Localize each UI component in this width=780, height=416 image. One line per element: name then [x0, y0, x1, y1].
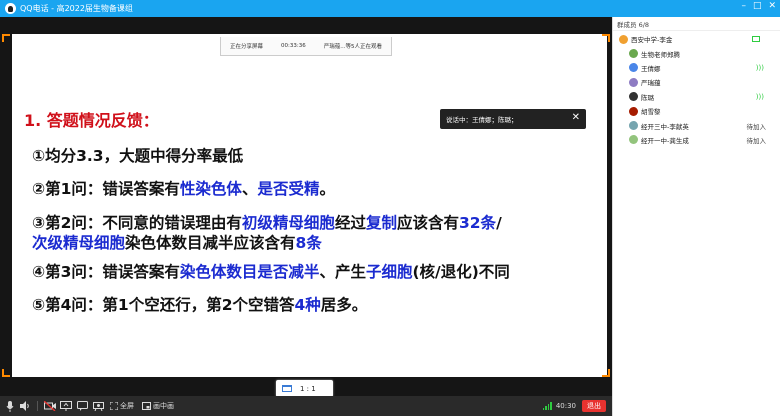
avatar [629, 63, 638, 73]
pip-button[interactable]: 画中画 [138, 396, 178, 416]
highlighted-text: 初级精母细胞 [241, 214, 335, 232]
slide-line: 次级精母细胞染色体数目减半应该含有8条 [32, 231, 322, 253]
avatar [629, 92, 638, 102]
slide-line: ④第3问：错误答案有染色体数目是否减半、产生子细胞(核/退化)不同 [32, 260, 510, 282]
highlighted-text: 复制 [365, 214, 397, 232]
fullscreen-button[interactable]: 全屏 [106, 396, 138, 416]
share-status: 正在分享屏幕 [230, 44, 264, 50]
highlighted-text: 次级精母细胞 [32, 234, 126, 252]
speaker-icon[interactable] [17, 396, 33, 416]
share-timer: 00:33:36 [281, 43, 306, 49]
highlighted-text: 子细胞 [365, 263, 413, 281]
member-item[interactable]: 严瑞蕴 [613, 75, 780, 89]
member-item[interactable]: 经开一中-龚生成 待加入 [613, 133, 780, 147]
speaking-text: 说话中：王倩娜；陈璐； [446, 116, 518, 124]
slide-text: 染色体数目减半应该含有 [125, 234, 296, 252]
speaking-icon: ))) [755, 92, 764, 101]
slide-text: ①均分3.3，大题中得分率最低 [32, 147, 244, 165]
share-frame-corner [2, 369, 10, 377]
slide-text: ④第3问：错误答案有 [32, 263, 180, 281]
member-name: 西安中学-李金 [631, 36, 673, 45]
member-name: 经开三中-李献英 [641, 122, 689, 131]
slide-heading: 1. 答题情况反馈： [24, 111, 159, 130]
highlighted-text: 8条 [295, 234, 322, 252]
share-status-bar[interactable]: 正在分享屏幕 00:33:36 严瑞蕴...等5人正在观看 [220, 37, 392, 56]
slide-text: ⑤第4问：第1个空还行，第2个空错答 [32, 296, 295, 314]
slide-text: ③第2问：不同意的错误理由有 [32, 214, 242, 232]
close-icon[interactable]: ✕ [572, 113, 580, 123]
projector-icon[interactable] [90, 396, 106, 416]
member-count: 群成员 6/8 [613, 17, 780, 31]
slide-line: ⑤第4问：第1个空还行，第2个空错答4种居多。 [32, 293, 367, 315]
shared-slide: 1. 答题情况反馈： ①均分3.3，大题中得分率最低 ②第1问：错误答案有性染色体… [12, 34, 607, 377]
highlighted-text: 4种 [294, 296, 321, 314]
avatar [629, 106, 638, 116]
member-name: 严瑞蕴 [641, 79, 661, 88]
chat-icon[interactable] [74, 396, 90, 416]
member-item[interactable]: 胡雪黎 [613, 104, 780, 118]
call-toolbar: 全屏 画中画 40:30 退出 [0, 396, 612, 416]
member-item[interactable]: 西安中学-李金 [613, 32, 780, 46]
slide-text: / [496, 214, 502, 232]
avatar [629, 77, 638, 87]
slide-line: ①均分3.3，大题中得分率最低 [32, 144, 243, 166]
avatar [629, 49, 638, 59]
highlighted-text: 是否受精 [257, 180, 320, 198]
microphone-icon[interactable] [3, 396, 17, 416]
member-item[interactable]: 王倩娜))) [613, 61, 780, 75]
zoom-label: 1 : 1 [300, 384, 316, 393]
screen-share-icon[interactable] [58, 396, 74, 416]
avatar [619, 34, 628, 44]
member-item[interactable]: 经开三中-李献英 待加入 [613, 118, 780, 132]
slide-text: ②第1问：错误答案有 [32, 180, 180, 198]
share-frame-corner [2, 34, 10, 42]
avatar [629, 135, 638, 145]
window-title: QQ电话 - 高2022届生物备课组 [20, 4, 133, 13]
share-viewers: 严瑞蕴...等5人正在观看 [323, 44, 382, 50]
screen-share-stage: 1. 答题情况反馈： ①均分3.3，大题中得分率最低 ②第1问：错误答案有性染色体… [0, 17, 612, 400]
slide-line: ②第1问：错误答案有性染色体、是否受精。 [32, 177, 335, 199]
fullscreen-label: 全屏 [120, 402, 134, 410]
slide-text: 、 [241, 180, 258, 198]
signal-strength-icon [542, 402, 552, 410]
member-name: 生物老师郑腾 [641, 50, 680, 59]
minimize-button[interactable]: – [741, 1, 746, 11]
screen-icon [282, 385, 292, 392]
pip-label: 画中画 [153, 402, 174, 410]
title-bar: QQ电话 - 高2022届生物备课组 – □ ✕ [0, 0, 780, 17]
slide-text: 应该含有 [396, 214, 459, 232]
member-status: 待加入 [746, 122, 767, 131]
highlighted-text: 染色体数目是否减半 [179, 263, 320, 281]
sharing-screen-icon [752, 36, 760, 43]
avatar [629, 121, 638, 131]
member-name: 经开一中-龚生成 [641, 136, 689, 145]
camera-off-icon[interactable] [42, 396, 58, 416]
speaking-icon: ))) [755, 63, 764, 72]
member-status: 待加入 [746, 136, 767, 145]
zoom-control[interactable]: 1 : 1 [276, 380, 333, 397]
exit-button[interactable]: 退出 [582, 400, 606, 412]
share-frame-corner [602, 34, 610, 42]
member-item[interactable]: 陈璐))) [613, 90, 780, 104]
qq-logo-icon [5, 3, 16, 14]
slide-text: (核/退化)不同 [412, 263, 510, 281]
highlighted-text: 32条 [458, 214, 497, 232]
slide-text: 经过 [334, 214, 366, 232]
member-panel: 群成员 6/8 西安中学-李金 生物老师郑腾 王倩娜))) 严瑞蕴 陈璐))) 胡雪黎 经开… [612, 17, 780, 416]
member-name: 王倩娜 [641, 64, 661, 73]
close-button[interactable]: ✕ [768, 1, 776, 11]
speaking-indicator: 说话中：王倩娜；陈璐； ✕ [440, 109, 586, 129]
slide-text: 。 [319, 180, 335, 198]
member-name: 陈璐 [641, 93, 654, 102]
highlighted-text: 性染色体 [179, 180, 242, 198]
member-item[interactable]: 生物老师郑腾 [613, 46, 780, 60]
share-frame-corner [602, 369, 610, 377]
call-duration: 40:30 [555, 402, 576, 410]
slide-line: ③第2问：不同意的错误理由有初级精母细胞经过复制应该含有32条/ [32, 211, 502, 233]
slide-text: 居多。 [320, 296, 368, 314]
slide-text: 、产生 [319, 263, 366, 281]
member-name: 胡雪黎 [641, 108, 661, 117]
maximize-button[interactable]: □ [753, 1, 762, 11]
